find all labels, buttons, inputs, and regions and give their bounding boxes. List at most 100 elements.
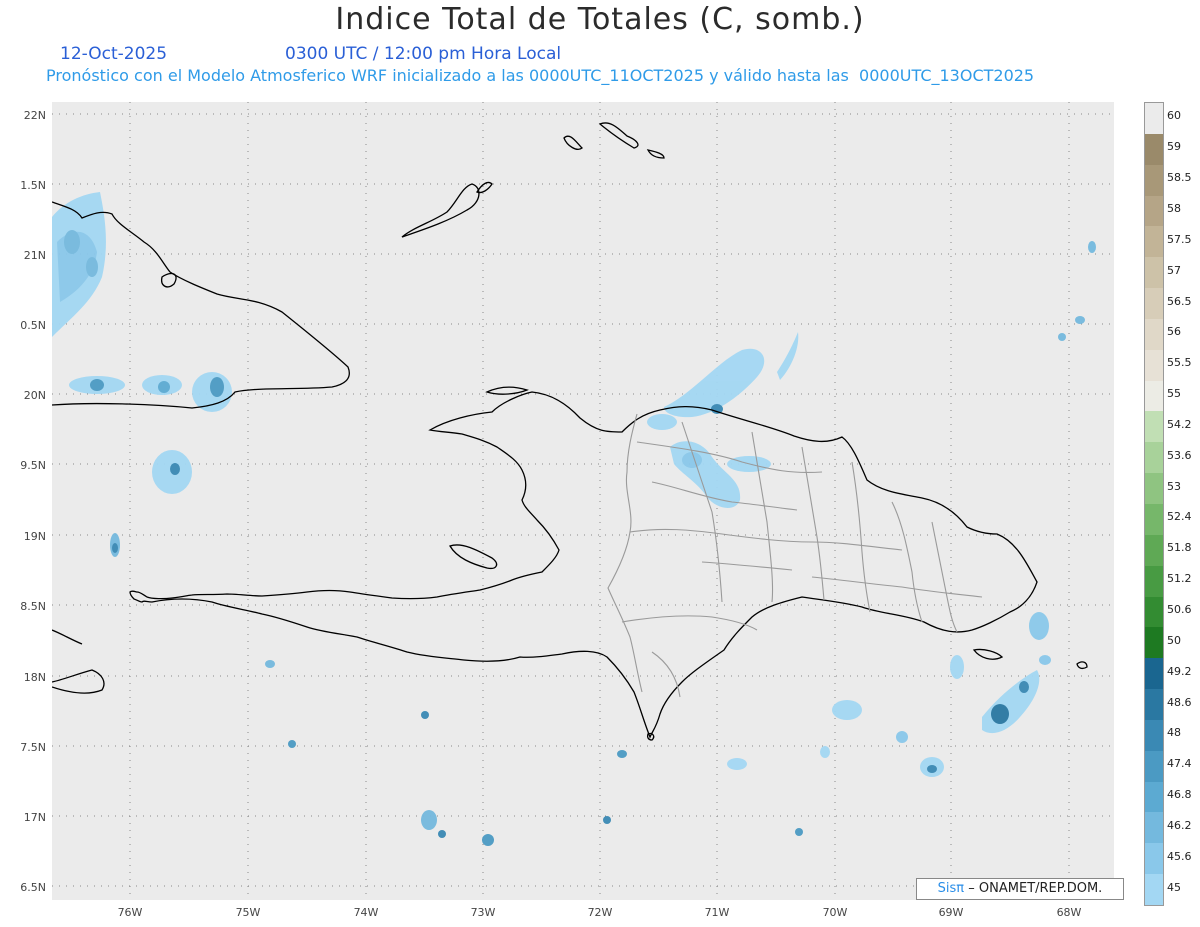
colorbar-label: 59 <box>1167 140 1181 154</box>
forecast-date: 12-Oct-2025 <box>60 44 168 64</box>
colorbar-swatch <box>1145 133 1163 166</box>
shade-blob <box>288 740 296 748</box>
credit-box: Sisπ – ONAMET/REP.DOM. <box>916 878 1124 900</box>
lat-label: 18N <box>23 671 46 684</box>
shade-blob <box>1058 333 1066 341</box>
province-line <box>931 521 958 633</box>
lon-label: 71W <box>704 906 730 919</box>
shade-blob <box>927 765 937 773</box>
colorbar-label: 53 <box>1167 479 1181 493</box>
shade-blob <box>777 332 799 380</box>
lon-label: 73W <box>470 906 496 919</box>
lat-label: 21N <box>23 249 46 262</box>
province-line <box>891 501 923 623</box>
lon-label: 68W <box>1056 906 1082 919</box>
colorbar-swatch <box>1145 843 1163 875</box>
colorbar-swatch <box>1145 473 1163 505</box>
coast-tortuga <box>485 386 529 395</box>
lat-label: 22N <box>23 109 46 122</box>
shade-blob <box>896 731 908 743</box>
coastlines <box>51 122 1088 741</box>
colorbar-swatch <box>1145 380 1163 412</box>
lat-label: 6.5N <box>20 881 46 894</box>
shade-blob <box>950 655 964 679</box>
colorbar-label: 46.2 <box>1167 818 1192 832</box>
colorbar-swatch <box>1145 719 1163 752</box>
lon-label: 76W <box>117 906 143 919</box>
shade-blob <box>1019 681 1029 693</box>
colorbar-swatch <box>1145 195 1163 227</box>
graticule <box>52 102 1114 900</box>
colorbar-swatch <box>1145 534 1163 567</box>
colorbar-swatch <box>1145 689 1163 721</box>
colorbar-label: 51.8 <box>1167 541 1192 555</box>
lat-label: 0.5N <box>20 319 46 332</box>
shade-blob <box>1029 612 1049 640</box>
province-line <box>621 615 758 631</box>
coast-inagua <box>401 183 480 238</box>
shade-blob <box>421 810 437 830</box>
colorbar-swatch <box>1145 442 1163 474</box>
shade-blob <box>682 452 702 468</box>
shade-blob <box>90 379 104 391</box>
shade-blob <box>647 414 677 430</box>
colorbar-swatch <box>1145 596 1163 628</box>
shade-blob <box>1075 316 1085 324</box>
shade-blob <box>991 704 1009 724</box>
shade-blob <box>603 816 611 824</box>
lat-label: 8.5N <box>20 600 46 613</box>
page-title: Indice Total de Totales (C, somb.) <box>335 2 865 37</box>
colorbar-label: 45 <box>1167 880 1181 894</box>
admin-borders <box>607 413 983 698</box>
coast-cuba-key <box>161 272 177 288</box>
colorbar-label: 58 <box>1167 201 1181 215</box>
shade-blob <box>670 441 741 508</box>
province-line <box>851 461 871 613</box>
colorbar-swatch <box>1145 257 1163 289</box>
shade-blob <box>86 257 98 277</box>
colorbar-label: 56.5 <box>1167 294 1192 308</box>
shade-blob <box>158 381 170 393</box>
shade-blob <box>438 830 446 838</box>
forecast-subtitle: Pronóstico con el Modelo Atmosferico WRF… <box>46 66 1035 85</box>
lat-label: 17N <box>23 811 46 824</box>
colorbar-swatch <box>1145 874 1163 906</box>
colorbar-swatch <box>1145 627 1163 659</box>
lon-label: 70W <box>822 906 848 919</box>
shade-blob <box>170 463 180 475</box>
shade-blob <box>795 828 803 836</box>
coast-saona <box>972 648 1004 660</box>
colorbar-label: 52.4 <box>1167 510 1192 524</box>
lat-label: 7.5N <box>20 741 46 754</box>
colorbar-label: 50 <box>1167 633 1181 647</box>
shade-blob <box>820 746 830 758</box>
province-line <box>651 651 681 698</box>
colorbar-swatch <box>1145 226 1163 258</box>
shade-blob <box>210 377 224 397</box>
map-svg <box>51 102 1114 900</box>
colorbar-swatch <box>1145 318 1163 351</box>
colorbar-label: 48 <box>1167 726 1181 740</box>
colorbar-label: 47.4 <box>1167 757 1192 771</box>
coast-island <box>563 135 583 150</box>
colorbar <box>1144 102 1164 906</box>
colorbar-swatch <box>1145 164 1163 197</box>
colorbar-swatch <box>1145 812 1163 844</box>
lon-label: 69W <box>938 906 964 919</box>
shade-blob <box>832 700 862 720</box>
lat-label: 9.5N <box>20 459 46 472</box>
lon-label: 72W <box>587 906 613 919</box>
shade-blob <box>112 543 118 553</box>
colorbar-swatch <box>1145 658 1163 690</box>
colorbar-label: 45.6 <box>1167 849 1192 863</box>
colorbar-label: 48.6 <box>1167 695 1192 709</box>
province-line <box>636 441 823 474</box>
lon-label: 74W <box>353 906 379 919</box>
lon-label: 75W <box>235 906 261 919</box>
shade-blob <box>617 750 627 758</box>
coast-jamaica <box>51 669 105 694</box>
shade-blob <box>727 758 747 770</box>
colorbar-label: 58.5 <box>1167 171 1192 185</box>
colorbar-label: 55 <box>1167 387 1181 401</box>
colorbar-label: 56 <box>1167 325 1181 339</box>
